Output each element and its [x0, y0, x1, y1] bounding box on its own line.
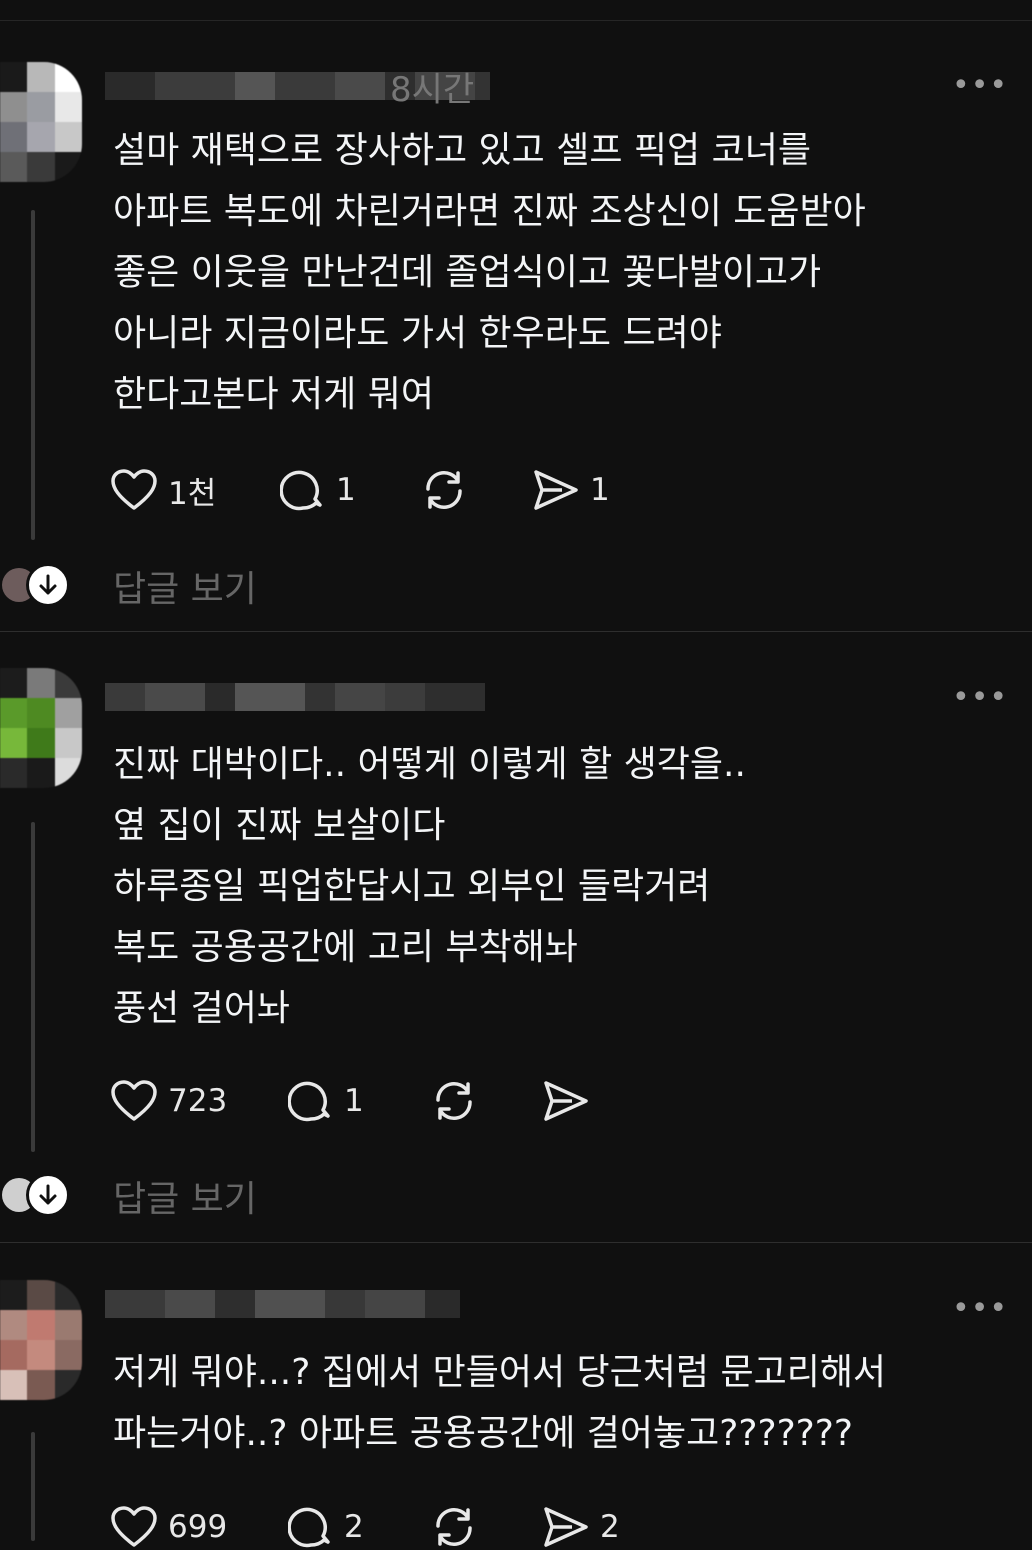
comment-count: 1 [336, 472, 356, 508]
like-count: 699 [168, 1509, 228, 1545]
arrow-down-icon[interactable] [26, 563, 70, 607]
repost-icon [426, 471, 462, 509]
share-button[interactable] [542, 1079, 590, 1123]
send-icon [544, 1081, 588, 1121]
comment-icon [288, 1081, 330, 1122]
more-options-icon[interactable]: ••• [952, 1291, 1008, 1326]
thread-line [31, 1432, 35, 1541]
username-blurred[interactable] [105, 1290, 460, 1318]
comment-icon [288, 1507, 330, 1548]
username-blurred[interactable] [105, 683, 485, 711]
comment-icon [280, 470, 322, 511]
repost-button[interactable] [420, 467, 532, 513]
repost-icon [436, 1082, 472, 1120]
view-replies-link[interactable]: 답글 보기 [113, 560, 257, 612]
replies-avatars[interactable] [0, 1172, 70, 1218]
top-divider [0, 20, 1032, 21]
replies-avatars[interactable] [0, 562, 70, 608]
send-icon [544, 1507, 588, 1547]
avatar[interactable] [0, 1280, 82, 1400]
post-text: 저게 뭐야...? 집에서 만들어서 당근처럼 문고리해서 파는거야..? 아파… [113, 1352, 887, 1454]
post-divider [0, 1242, 1032, 1243]
comment-button[interactable]: 1 [288, 1078, 430, 1124]
heart-icon [111, 1506, 157, 1547]
share-button[interactable]: 2 [542, 1505, 620, 1549]
post-actions: 723 1 [110, 1078, 590, 1124]
comment-count: 2 [344, 1509, 364, 1545]
comment-button[interactable]: 1 [280, 467, 420, 513]
view-replies-link[interactable]: 답글 보기 [113, 1170, 257, 1222]
post-time: 8시간 [390, 70, 475, 110]
like-count: 723 [168, 1083, 228, 1119]
send-icon [534, 470, 578, 510]
repost-button[interactable] [430, 1078, 542, 1124]
like-button[interactable]: 1천 [110, 468, 280, 513]
arrow-down-icon[interactable] [26, 1173, 70, 1217]
thread-line [31, 822, 35, 1152]
heart-icon [111, 469, 157, 510]
post-actions: 699 2 2 [110, 1504, 620, 1550]
post-divider [0, 631, 1032, 632]
share-count: 1 [590, 472, 610, 508]
heart-icon [111, 1080, 157, 1121]
share-button[interactable]: 1 [532, 468, 610, 512]
avatar[interactable] [0, 668, 82, 788]
more-options-icon[interactable]: ••• [952, 68, 1008, 103]
more-options-icon[interactable]: ••• [952, 680, 1008, 715]
like-count: 1천 [168, 475, 217, 512]
thread-line [31, 210, 35, 540]
avatar[interactable] [0, 62, 82, 182]
comment-count: 1 [344, 1083, 364, 1119]
post-text: 진짜 대박이다.. 어떻게 이렇게 할 생각을.. 옆 집이 진짜 보살이다 하… [113, 744, 746, 1029]
like-button[interactable]: 699 [110, 1505, 288, 1549]
repost-icon [436, 1508, 472, 1546]
repost-button[interactable] [430, 1504, 542, 1550]
post-actions: 1천 1 1 [110, 467, 610, 513]
share-count: 2 [600, 1509, 620, 1545]
post-text: 설마 재택으로 장사하고 있고 셀프 픽업 코너를 아파트 복도에 차린거라면 … [113, 130, 866, 415]
comment-button[interactable]: 2 [288, 1504, 430, 1550]
like-button[interactable]: 723 [110, 1079, 288, 1123]
